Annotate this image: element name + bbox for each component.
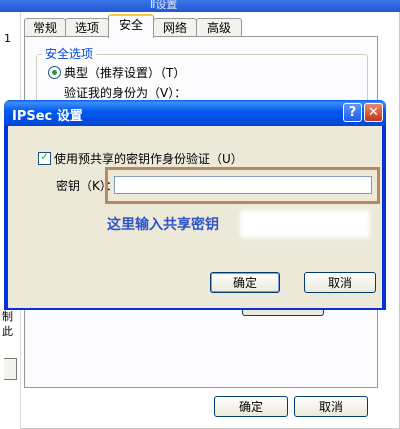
- background-titlebar: Ⅱ设置: [0, 0, 400, 12]
- background-ok-button[interactable]: 确定: [214, 396, 288, 417]
- hidden-settings-button[interactable]: [242, 309, 324, 316]
- annotation-text: 这里输入共享密钥: [107, 217, 219, 233]
- tab-general[interactable]: 常规: [24, 18, 66, 37]
- preshared-key-checkbox[interactable]: ✓: [38, 152, 51, 165]
- blurred-watermark: [240, 210, 370, 238]
- ipsec-title: IPSec 设置: [12, 109, 83, 124]
- tab-options[interactable]: 选项: [65, 18, 109, 37]
- tab-advanced[interactable]: 高级: [196, 18, 242, 37]
- background-title: Ⅱ设置: [150, 0, 178, 11]
- help-icon[interactable]: ?: [343, 103, 362, 122]
- ipsec-ok-button[interactable]: 确定: [210, 272, 280, 293]
- security-options-label: 安全选项: [42, 45, 97, 62]
- key-input[interactable]: [114, 176, 372, 194]
- typical-radio[interactable]: [48, 66, 61, 79]
- ipsec-cancel-button[interactable]: 取消: [304, 272, 376, 293]
- tab-security[interactable]: 安全: [108, 14, 154, 38]
- ipsec-titlebar: IPSec 设置: [4, 100, 386, 126]
- left-fragment-2: 此: [2, 325, 13, 338]
- left-fragment-1: 制: [2, 310, 13, 323]
- verify-identity-label: 验证我的身份为（V）：: [64, 86, 187, 100]
- typical-radio-label: 典型（推荐设置）（T）: [64, 66, 186, 80]
- close-icon[interactable]: ✕: [364, 103, 383, 122]
- tab-network[interactable]: 网络: [153, 18, 197, 37]
- left-partial-button[interactable]: [4, 358, 17, 380]
- preshared-key-checkbox-label: 使用预共享的密钥作身份验证（U）: [54, 152, 243, 166]
- left-label: 1: [4, 32, 11, 45]
- background-cancel-button[interactable]: 取消: [294, 396, 368, 417]
